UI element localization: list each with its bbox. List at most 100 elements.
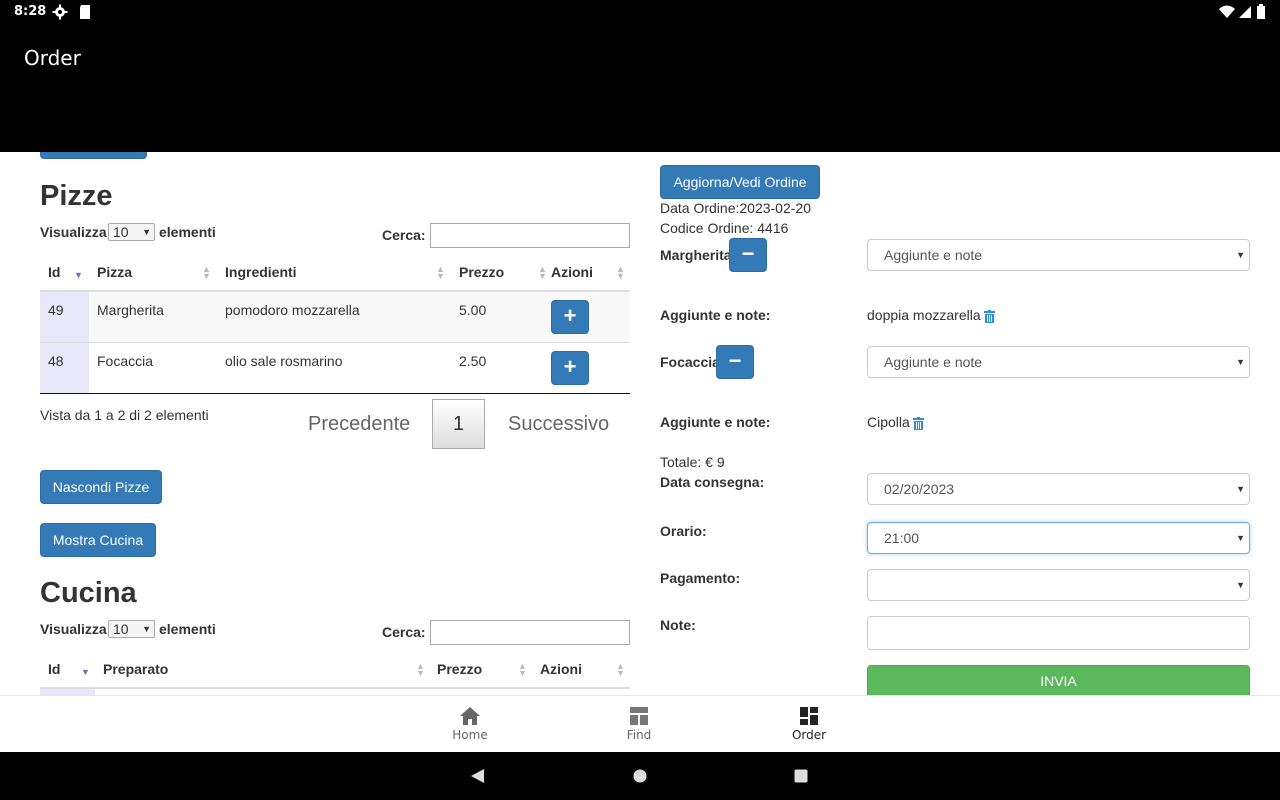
time-select[interactable]: 21:00 ▼ — [867, 522, 1250, 554]
sort-desc-icon: ▼ — [74, 270, 83, 280]
sort-icon: ▲ ▼ — [616, 661, 625, 678]
delivery-date-label: Data consegna: — [660, 474, 765, 490]
col-preparato[interactable]: Preparato — [103, 661, 168, 677]
chevron-down-icon: ▼ — [142, 624, 151, 634]
addon-text: Cipolla — [867, 414, 910, 430]
addon-select-value: Aggiunte e note — [884, 354, 983, 370]
chevron-down-icon: ▼ — [142, 227, 151, 237]
recents-icon[interactable] — [794, 769, 808, 783]
sort-icon: ▲ ▼ — [436, 264, 445, 281]
order-item-name: Margherita — [660, 247, 732, 263]
content-area[interactable]: Pizze Visualizza 10 ▼ elementi Cerca: Id … — [0, 152, 1280, 695]
submit-button[interactable]: INVIA — [867, 665, 1250, 695]
hide-pizze-button[interactable]: Nascondi Pizze — [40, 470, 162, 504]
row-id: 48 — [48, 353, 64, 369]
cucina-table-header: Id ▼ Preparato ▲ ▼ Prezzo ▲ ▼ Azioni ▲ ▼ — [40, 653, 630, 689]
order-total: Totale: € 9 — [660, 454, 725, 470]
remove-margherita-button[interactable]: − — [729, 238, 767, 272]
pizze-page-size-value: 10 — [113, 224, 129, 240]
bottom-nav: Home Find Order — [0, 695, 1280, 752]
order-icon — [800, 707, 818, 725]
trash-icon[interactable] — [912, 416, 924, 430]
addon-value: Cipolla — [867, 414, 924, 430]
payment-select[interactable]: ▼ — [867, 569, 1250, 601]
addon-value: doppia mozzarella — [867, 307, 995, 323]
addon-label: Aggiunte e note: — [660, 307, 771, 323]
battery-icon — [1257, 4, 1265, 19]
update-order-button[interactable]: Aggiorna/Vedi Ordine — [660, 165, 820, 199]
addon-select[interactable]: Aggiunte e note ▼ — [867, 346, 1250, 378]
cucina-page-size-value: 10 — [113, 621, 129, 637]
remove-focaccia-button[interactable]: − — [716, 345, 754, 379]
col-pizza[interactable]: Pizza — [97, 264, 132, 280]
sort-icon: ▲ ▼ — [416, 661, 425, 678]
notes-label: Note: — [660, 617, 696, 633]
wifi-icon — [1219, 5, 1235, 18]
addon-label: Aggiunte e note: — [660, 414, 771, 430]
nav-home[interactable]: Home — [420, 696, 520, 742]
nav-find-label: Find — [626, 728, 652, 742]
col-id[interactable]: Id — [48, 264, 60, 280]
pizze-elements-label: elementi — [159, 224, 216, 240]
addon-text: doppia mozzarella — [867, 307, 981, 323]
trash-icon[interactable] — [983, 309, 995, 323]
col-azioni[interactable]: Azioni — [551, 264, 593, 280]
add-focaccia-button[interactable]: + — [551, 351, 589, 385]
pizze-table-info: Vista da 1 a 2 di 2 elementi — [40, 407, 209, 423]
col-ingredienti[interactable]: Ingredienti — [225, 264, 297, 280]
add-margherita-button[interactable]: + — [551, 300, 589, 334]
row-id: 49 — [48, 302, 64, 318]
system-nav-bar — [0, 752, 1280, 800]
cucina-show-label: Visualizza — [40, 621, 107, 637]
order-item-name: Focaccia — [660, 354, 720, 370]
pizze-show-label: Visualizza — [40, 224, 107, 240]
col-prezzo[interactable]: Prezzo — [437, 661, 482, 677]
home-icon — [460, 707, 480, 725]
pizze-title: Pizze — [40, 180, 113, 212]
nav-find[interactable]: Find — [589, 696, 689, 742]
col-azioni[interactable]: Azioni — [540, 661, 582, 677]
delivery-date-value: 02/20/2023 — [884, 481, 955, 497]
find-icon — [630, 707, 648, 725]
addon-select[interactable]: Aggiunte e note ▼ — [867, 239, 1250, 271]
pizze-page-size-select[interactable]: 10 ▼ — [108, 223, 155, 241]
cucina-title: Cucina — [40, 577, 137, 609]
row-price: 5.00 — [459, 302, 487, 318]
chevron-down-icon: ▼ — [1236, 533, 1245, 543]
signal-icon — [1239, 6, 1251, 18]
table-row: 48 Focaccia olio sale rosmarino 2.50 + — [40, 343, 630, 394]
home-circle-icon[interactable] — [633, 769, 647, 783]
delivery-date-select[interactable]: 02/20/2023 ▼ — [867, 473, 1250, 505]
cucina-search-input[interactable] — [430, 620, 630, 645]
sort-icon: ▲ ▼ — [616, 264, 625, 281]
cucina-page-size-select[interactable]: 10 ▼ — [108, 620, 155, 638]
show-cucina-button[interactable]: Mostra Cucina — [40, 523, 156, 557]
app-bar: Order — [0, 24, 1280, 152]
sort-icon: ▲ ▼ — [518, 661, 527, 678]
notes-input[interactable] — [867, 616, 1250, 650]
back-icon[interactable] — [470, 768, 486, 784]
settings-icon — [52, 4, 68, 20]
pager-prev[interactable]: Precedente — [308, 413, 410, 436]
row-pizza: Focaccia — [97, 353, 154, 369]
row-ingredients: olio sale rosmarino — [225, 353, 343, 369]
time-label: Orario: — [660, 523, 707, 539]
status-time: 8:28 — [14, 4, 47, 19]
pager-next[interactable]: Successivo — [508, 413, 609, 436]
sort-desc-icon: ▼ — [81, 667, 90, 677]
sort-icon: ▲ ▼ — [202, 264, 211, 281]
pizze-search-input[interactable] — [430, 223, 630, 248]
col-prezzo[interactable]: Prezzo — [459, 264, 504, 280]
cucina-elements-label: elementi — [159, 621, 216, 637]
nav-order[interactable]: Order — [759, 696, 859, 742]
order-date: Data Ordine:2023-02-20 — [660, 200, 811, 216]
pizze-search-label: Cerca: — [382, 227, 426, 243]
table-row: 49 Margherita pomodoro mozzarella 5.00 + — [40, 292, 630, 343]
col-id[interactable]: Id — [48, 661, 60, 677]
chevron-down-icon: ▼ — [1236, 580, 1245, 590]
order-code: Codice Ordine: 4416 — [660, 220, 789, 236]
hidden-top-button[interactable] — [40, 152, 147, 159]
nav-order-label: Order — [791, 728, 827, 742]
pager-page-1[interactable]: 1 — [432, 399, 485, 449]
pizze-table-header: Id ▼ Pizza ▲ ▼ Ingredienti ▲ ▼ Prezzo ▲ ▼ A… — [40, 256, 630, 292]
